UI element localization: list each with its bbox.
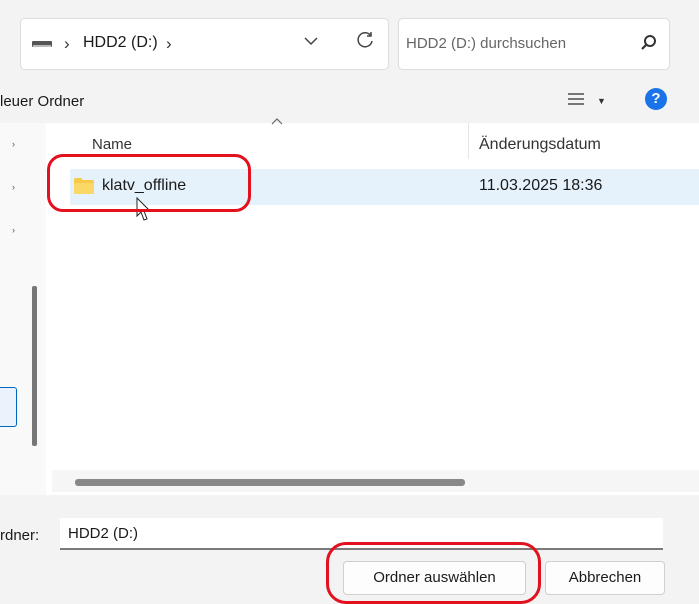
horizontal-scrollbar-thumb[interactable] — [75, 479, 465, 486]
breadcrumb-item-hdd2[interactable]: HDD2 (D:) — [83, 34, 158, 52]
refresh-icon[interactable] — [354, 29, 376, 51]
cancel-button[interactable]: Abbrechen — [545, 561, 665, 595]
search-input[interactable]: HDD2 (D:) durchsuchen — [406, 35, 566, 52]
nav-scrollbar[interactable] — [32, 286, 37, 446]
navigation-pane — [0, 123, 46, 495]
new-folder-button[interactable]: leuer Ordner — [0, 93, 84, 110]
breadcrumb-separator[interactable]: › — [64, 34, 70, 54]
breadcrumb-separator[interactable]: › — [166, 34, 172, 54]
nav-expand-chevron[interactable]: › — [12, 182, 15, 192]
folder-field-label: rdner: — [0, 527, 40, 544]
highlight-annotation — [47, 154, 251, 212]
help-icon[interactable]: ? — [645, 88, 667, 110]
file-modified-date: 11.03.2025 18:36 — [479, 177, 603, 194]
view-dropdown-icon[interactable]: ▼ — [597, 96, 606, 106]
column-divider[interactable] — [468, 123, 469, 159]
column-header-modified[interactable]: Änderungsdatum — [479, 136, 601, 154]
highlight-annotation — [326, 542, 541, 604]
search-icon[interactable] — [639, 33, 659, 53]
nav-expand-chevron[interactable]: › — [12, 139, 15, 149]
nav-expand-chevron[interactable]: › — [12, 225, 15, 235]
sort-ascending-icon — [271, 118, 283, 125]
chevron-down-icon[interactable] — [302, 32, 320, 50]
column-header-name[interactable]: Name — [92, 136, 132, 153]
drive-icon — [32, 41, 52, 47]
address-bar[interactable] — [20, 18, 389, 70]
nav-selected-item[interactable] — [0, 387, 17, 427]
view-options-icon[interactable] — [566, 89, 586, 109]
